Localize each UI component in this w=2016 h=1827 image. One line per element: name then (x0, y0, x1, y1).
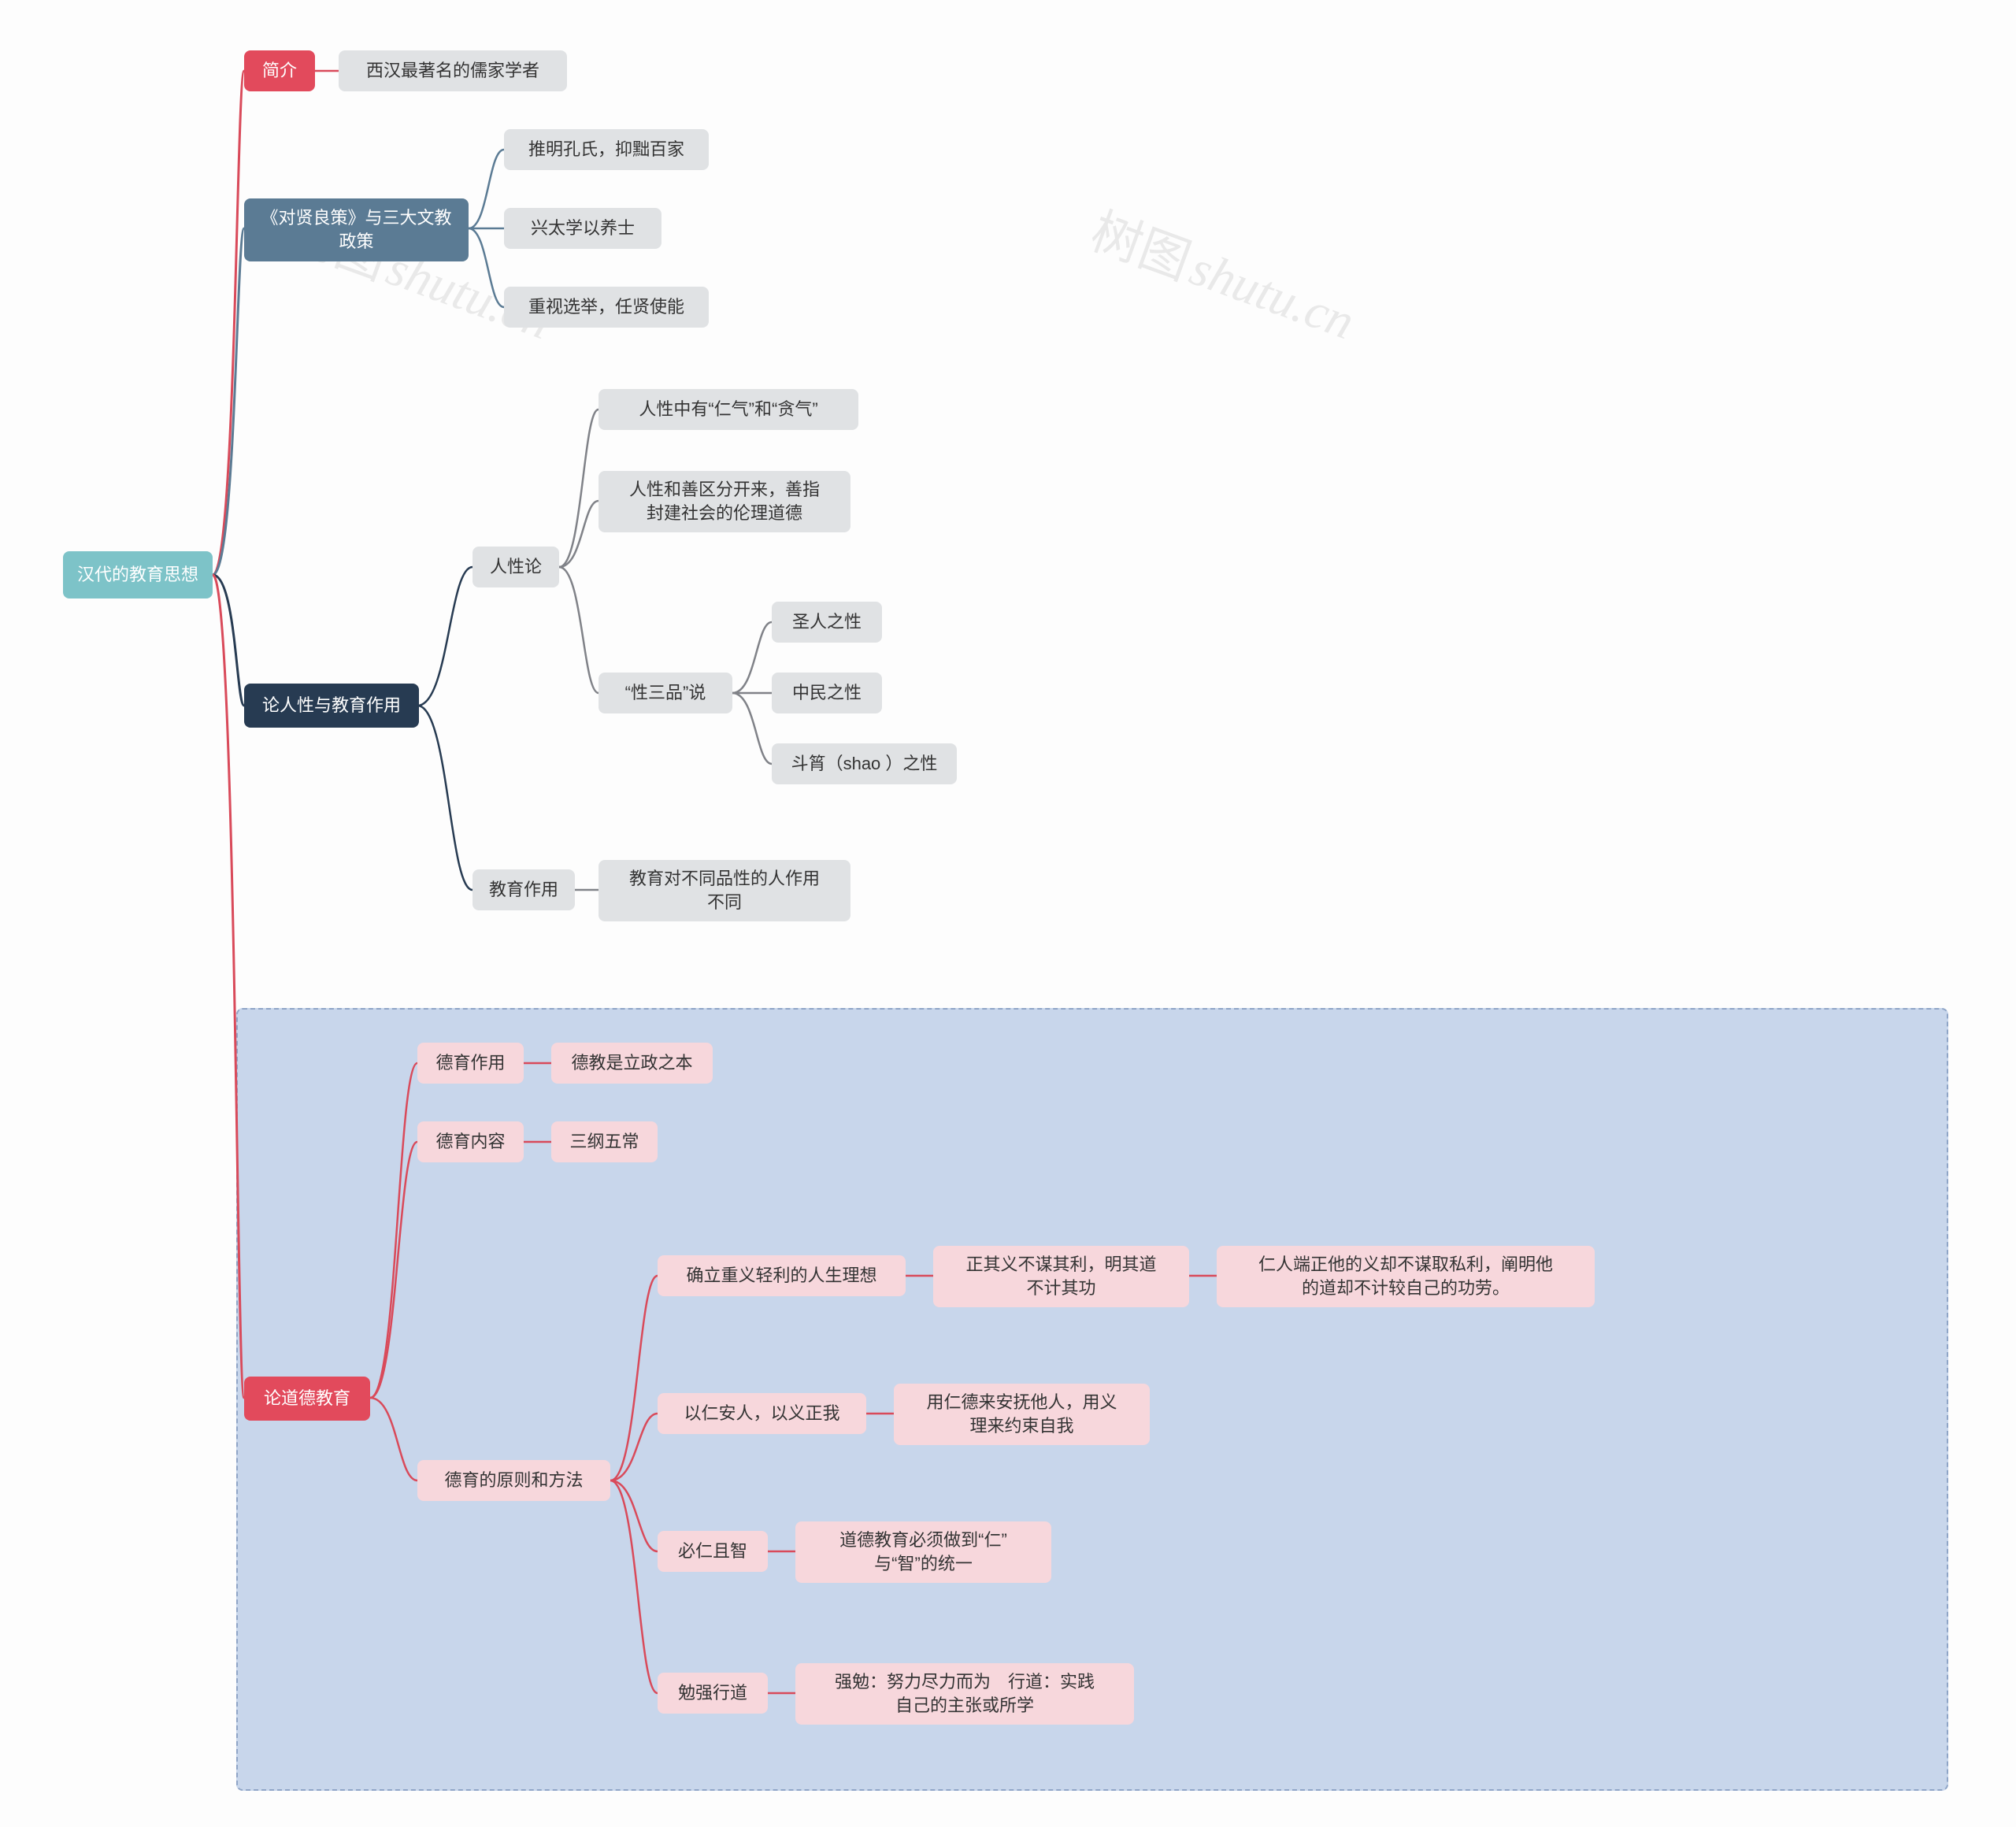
node-label: 论道德教育 (264, 1387, 350, 1410)
node-label: 勉强行道 (678, 1681, 747, 1705)
node-label: 论人性与教育作用 (262, 694, 401, 717)
leaf-policy-3[interactable]: 重视选举，任贤使能 (504, 287, 709, 328)
node-label: 德教是立政之本 (571, 1051, 692, 1075)
root-label: 汉代的教育思想 (77, 563, 198, 587)
leaf-policy-1[interactable]: 推明孔氏，抑黜百家 (504, 129, 709, 170)
node-label: 人性中有“仁气”和“贪气” (639, 398, 817, 421)
leaf-nh-3a[interactable]: 圣人之性 (772, 602, 882, 643)
leaf-intro-1[interactable]: 西汉最著名的儒家学者 (339, 50, 567, 91)
node-label: 圣人之性 (792, 610, 862, 634)
node-label: 兴太学以养士 (531, 217, 635, 240)
node-label: 仁人端正他的义却不谋取私利，阐明他 的道却不计较自己的功劳。 (1258, 1253, 1553, 1299)
node-label: 教育作用 (489, 878, 558, 902)
node-label: 三纲五常 (569, 1130, 639, 1154)
mindmap-canvas: 树图shutu.cn 树图shutu.cn 树图shutu.cn 树图shutu… (0, 0, 2016, 1827)
node-label: 德育作用 (435, 1051, 505, 1075)
branch-moral-content[interactable]: 德育内容 (417, 1121, 524, 1162)
node-label: 教育对不同品性的人作用 不同 (629, 867, 820, 914)
node-label: 重视选举，任贤使能 (528, 295, 684, 319)
node-label: 简介 (262, 59, 297, 83)
branch-mm-4[interactable]: 勉强行道 (658, 1673, 768, 1714)
leaf-ne-1[interactable]: 教育对不同品性的人作用 不同 (598, 860, 850, 921)
leaf-mm-2a[interactable]: 用仁德来安抚他人，用义 理来约束自我 (894, 1384, 1150, 1445)
node-label: 强勉：努力尽力而为 行道：实践 自己的主张或所学 (835, 1670, 1095, 1717)
branch-mm-1[interactable]: 确立重义轻利的人生理想 (658, 1255, 906, 1296)
branch-moral-role[interactable]: 德育作用 (417, 1043, 524, 1084)
node-label: 《对贤良策》与三大文教 政策 (261, 206, 451, 253)
branch-mm-1a[interactable]: 正其义不谋其利，明其道 不计其功 (933, 1246, 1189, 1307)
node-label: 人性论 (490, 555, 542, 579)
branch-human-nature[interactable]: 人性论 (472, 547, 559, 587)
leaf-moral-content-1[interactable]: 三纲五常 (551, 1121, 658, 1162)
watermark: 树图shutu.cn (1083, 191, 1366, 354)
branch-moral-method[interactable]: 德育的原则和方法 (417, 1460, 610, 1501)
leaf-policy-2[interactable]: 兴太学以养士 (504, 208, 662, 249)
node-label: 斗筲（shao ）之性 (791, 752, 938, 776)
branch-intro[interactable]: 简介 (244, 50, 315, 91)
node-label: 道德教育必须做到“仁” 与“智”的统一 (839, 1529, 1007, 1575)
branch-policy[interactable]: 《对贤良策》与三大文教 政策 (244, 198, 469, 261)
branch-moral-education[interactable]: 论道德教育 (244, 1377, 370, 1421)
branch-nature[interactable]: 论人性与教育作用 (244, 684, 419, 728)
node-label: 人性和善区分开来，善指 封建社会的伦理道德 (629, 478, 820, 524)
node-label: 用仁德来安抚他人，用义 理来约束自我 (926, 1391, 1117, 1437)
node-label: 以仁安人，以义正我 (684, 1402, 839, 1425)
node-label: 德育的原则和方法 (444, 1469, 583, 1492)
node-label: 德育内容 (435, 1130, 505, 1154)
node-label: “性三品”说 (625, 681, 706, 705)
node-label: 西汉最著名的儒家学者 (366, 59, 539, 83)
leaf-nh-3b[interactable]: 中民之性 (772, 673, 882, 713)
leaf-nh-1[interactable]: 人性中有“仁气”和“贪气” (598, 389, 858, 430)
root-node[interactable]: 汉代的教育思想 (63, 551, 213, 598)
branch-three-grades[interactable]: “性三品”说 (598, 673, 732, 713)
branch-edu-role[interactable]: 教育作用 (472, 869, 575, 910)
leaf-mm-3a[interactable]: 道德教育必须做到“仁” 与“智”的统一 (795, 1521, 1051, 1583)
node-label: 中民之性 (792, 681, 862, 705)
branch-mm-2[interactable]: 以仁安人，以义正我 (658, 1393, 866, 1434)
node-label: 确立重义轻利的人生理想 (686, 1264, 876, 1288)
node-label: 推明孔氏，抑黜百家 (528, 138, 684, 161)
node-label: 必仁且智 (678, 1540, 747, 1563)
leaf-nh-3c[interactable]: 斗筲（shao ）之性 (772, 743, 957, 784)
leaf-mm-4a[interactable]: 强勉：努力尽力而为 行道：实践 自己的主张或所学 (795, 1663, 1134, 1725)
leaf-nh-2[interactable]: 人性和善区分开来，善指 封建社会的伦理道德 (598, 471, 850, 532)
leaf-moral-role-1[interactable]: 德教是立政之本 (551, 1043, 713, 1084)
leaf-mm-1b[interactable]: 仁人端正他的义却不谋取私利，阐明他 的道却不计较自己的功劳。 (1217, 1246, 1595, 1307)
node-label: 正其义不谋其利，明其道 不计其功 (965, 1253, 1156, 1299)
branch-mm-3[interactable]: 必仁且智 (658, 1531, 768, 1572)
